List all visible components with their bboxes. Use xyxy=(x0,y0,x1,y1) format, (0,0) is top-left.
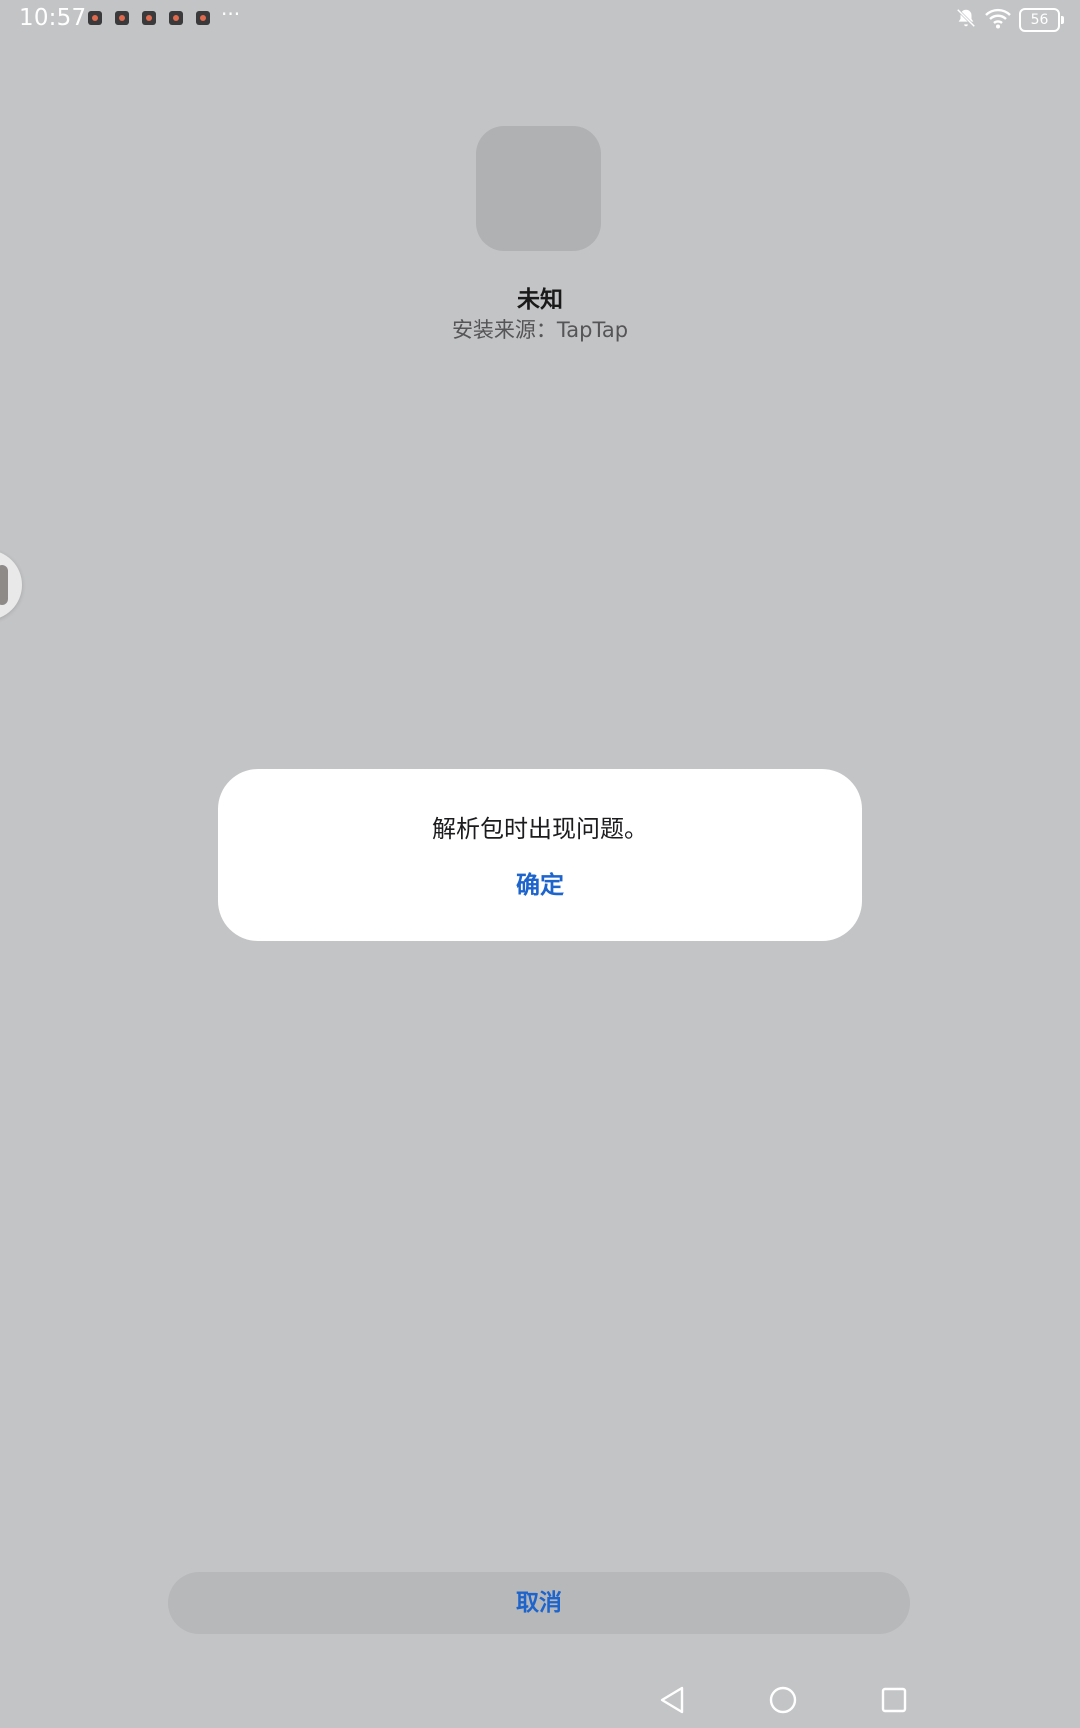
app-notification-icon xyxy=(169,11,183,25)
battery-icon: 56 xyxy=(1019,8,1064,32)
error-dialog: 解析包时出现问题。 确定 xyxy=(218,769,862,941)
app-icon-placeholder xyxy=(476,126,601,251)
home-circle-icon[interactable] xyxy=(763,1680,803,1720)
battery-tip xyxy=(1061,16,1064,24)
install-source: 安装来源：TapTap xyxy=(451,318,629,342)
app-notification-icon xyxy=(142,11,156,25)
recent-square-icon[interactable] xyxy=(874,1680,914,1720)
status-right-icons: 56 xyxy=(955,7,1064,33)
dialog-message: 解析包时出现问题。 xyxy=(432,815,648,843)
wifi-icon xyxy=(985,7,1011,33)
navigation-bar xyxy=(0,1680,1080,1720)
status-bar: 10:57 ··· 56 xyxy=(0,0,1080,38)
app-notification-icon xyxy=(115,11,129,25)
app-notification-icon xyxy=(196,11,210,25)
status-time: 10:57 xyxy=(19,5,87,31)
more-notifications-indicator: ··· xyxy=(221,2,241,26)
app-notification-icon xyxy=(88,11,102,25)
back-triangle-icon[interactable] xyxy=(652,1680,692,1720)
battery-level: 56 xyxy=(1019,8,1060,32)
confirm-button[interactable]: 确定 xyxy=(478,865,602,905)
cancel-button[interactable]: 取消 xyxy=(168,1572,910,1634)
side-handle-grip xyxy=(0,565,8,605)
app-name: 未知 xyxy=(517,287,563,313)
bell-off-icon xyxy=(955,7,977,33)
floating-side-handle[interactable] xyxy=(0,550,22,620)
notification-icons xyxy=(88,11,210,25)
